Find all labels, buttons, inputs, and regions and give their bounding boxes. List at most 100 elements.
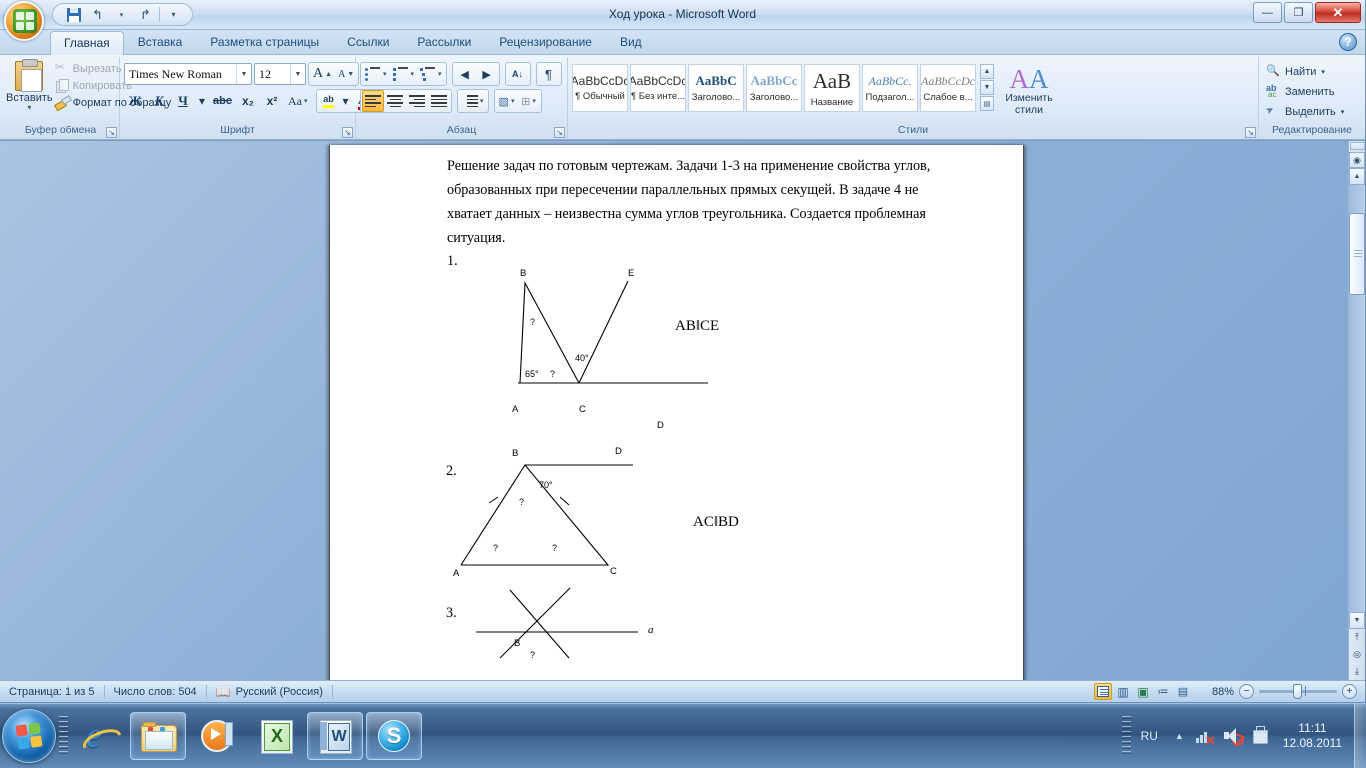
italic-button[interactable]: К [148, 90, 170, 112]
zoom-slider-thumb[interactable] [1293, 684, 1302, 699]
document-page[interactable]: Решение задач по готовым чертежам. Задач… [329, 145, 1024, 680]
font-name-input[interactable]: Times New Roman ▼ [124, 63, 252, 85]
action-center-icon[interactable] [1250, 725, 1272, 747]
previous-page-icon[interactable]: ⤒ [1349, 629, 1365, 646]
line-spacing-button[interactable]: ▾ [459, 90, 487, 112]
close-button[interactable]: ✕ [1315, 2, 1361, 23]
change-case-button[interactable]: Aa ▾ [285, 90, 311, 112]
clipboard-dialog-launcher[interactable]: ↘ [106, 127, 117, 138]
minimize-button[interactable]: — [1253, 2, 1282, 23]
show-formatting-marks-button[interactable]: ¶ [538, 63, 560, 85]
underline-dropdown-icon[interactable]: ▾ [196, 90, 208, 112]
font-name-dropdown-icon[interactable]: ▼ [236, 64, 251, 84]
text-highlight-button[interactable]: ab [318, 90, 340, 112]
tab-home[interactable]: Главная [50, 31, 124, 55]
show-desktop-button[interactable] [1354, 704, 1366, 768]
bold-button[interactable]: Ж [124, 90, 146, 112]
find-button[interactable]: Найти ▾ [1263, 63, 1328, 81]
view-draft-button[interactable]: ▤ [1174, 683, 1192, 700]
scroll-down-arrow-icon[interactable]: ▼ [1349, 612, 1365, 629]
language-bar[interactable]: RU [1131, 729, 1168, 743]
replace-button[interactable]: Заменить [1263, 83, 1337, 101]
taskbar-item-skype[interactable]: S [366, 712, 422, 760]
subscript-button[interactable]: x₂ [237, 90, 259, 112]
shading-button[interactable]: ▧ ▾ [496, 90, 518, 112]
document-canvas[interactable]: Решение задач по готовым чертежам. Задач… [0, 140, 1365, 680]
paste-dropdown-icon[interactable]: ▾ [27, 104, 31, 112]
tab-insert[interactable]: Вставка [124, 30, 197, 54]
change-styles-button[interactable]: AA Изменить стили [996, 64, 1062, 117]
browse-object-icon[interactable]: ◎ [1349, 646, 1365, 663]
multilevel-list-button[interactable]: ▾ [417, 63, 445, 85]
vertical-scrollbar[interactable]: ◉ ▲ ▼ ⤒ ◎ ⤓ [1348, 141, 1365, 680]
zoom-level-label[interactable]: 88% [1204, 686, 1234, 698]
numbering-button[interactable]: ▾ [390, 63, 418, 85]
word-count[interactable]: Число слов: 504 [105, 681, 206, 702]
style-item-subtitle[interactable]: AaBbCc. Подзагол... [862, 64, 918, 112]
scrollbar-track[interactable] [1349, 185, 1365, 612]
styles-dialog-launcher[interactable]: ↘ [1245, 127, 1256, 138]
zoom-slider-track[interactable] [1259, 684, 1337, 699]
styles-scroll-down-icon[interactable]: ▼ [980, 80, 994, 95]
bullets-button[interactable]: ▾ [362, 63, 390, 85]
align-center-button[interactable] [384, 90, 406, 112]
select-button[interactable]: Выделить ▾ [1263, 103, 1347, 121]
view-full-screen-reading-button[interactable]: ▥ [1114, 683, 1132, 700]
taskbar-item-internet-explorer[interactable] [71, 712, 127, 760]
language-indicator[interactable]: 📖 Русский (Россия) [207, 681, 332, 702]
select-browse-object-icon[interactable]: ◉ [1349, 152, 1365, 168]
align-right-button[interactable] [406, 90, 428, 112]
styles-scroll-up-icon[interactable]: ▲ [980, 64, 994, 79]
shrink-font-button[interactable]: A ▼ [335, 63, 357, 85]
tab-mailings[interactable]: Рассылки [403, 30, 485, 54]
underline-button[interactable]: Ч [172, 90, 194, 112]
scroll-up-arrow-icon[interactable]: ▲ [1349, 168, 1365, 185]
style-item-heading2[interactable]: AaBbCc Заголово... [746, 64, 802, 112]
split-window-handle[interactable] [1349, 142, 1365, 150]
page-indicator[interactable]: Страница: 1 из 5 [0, 681, 104, 702]
taskbar-item-windows-explorer[interactable] [130, 712, 186, 760]
office-button[interactable] [4, 1, 44, 41]
style-item-title[interactable]: АаВ Название [804, 64, 860, 112]
view-outline-button[interactable]: ≔ [1154, 683, 1172, 700]
tab-view[interactable]: Вид [606, 30, 656, 54]
zoom-in-button[interactable]: + [1342, 684, 1357, 699]
help-icon[interactable]: ? [1339, 33, 1357, 51]
style-item-heading1[interactable]: AaBbC Заголово... [688, 64, 744, 112]
sort-button[interactable]: А↓ [507, 63, 529, 85]
taskbar-grip[interactable] [59, 716, 68, 756]
font-size-input[interactable]: 12 ▼ [254, 63, 306, 85]
superscript-button[interactable]: x² [261, 90, 283, 112]
style-item-normal[interactable]: AaBbCcDc ¶ Обычный [572, 64, 628, 112]
taskbar-item-microsoft-excel[interactable] [248, 712, 304, 760]
show-hidden-icons-button[interactable]: ▲ [1168, 731, 1191, 741]
next-page-icon[interactable]: ⤓ [1349, 663, 1365, 680]
scrollbar-thumb[interactable] [1349, 213, 1365, 295]
style-item-no-spacing[interactable]: AaBbCcDc ¶ Без инте... [630, 64, 686, 112]
tray-grip[interactable] [1121, 716, 1131, 756]
start-button[interactable] [2, 709, 56, 763]
view-web-layout-button[interactable]: ▣ [1134, 683, 1152, 700]
paragraph-dialog-launcher[interactable]: ↘ [554, 127, 565, 138]
font-dialog-launcher[interactable]: ↘ [342, 127, 353, 138]
volume-icon[interactable] [1222, 725, 1244, 747]
grow-font-button[interactable]: A ▲ [310, 63, 335, 85]
justify-button[interactable] [428, 90, 450, 112]
taskbar-item-microsoft-word[interactable] [307, 712, 363, 760]
paste-button[interactable]: Вставить ▾ [6, 59, 53, 113]
view-print-layout-button[interactable] [1094, 683, 1112, 700]
style-item-subtle-emphasis[interactable]: AaBbCcDc Слабое в... [920, 64, 976, 112]
borders-button[interactable]: ⊞ ▾ [518, 90, 540, 112]
clock[interactable]: 11:11 12.08.2011 [1275, 721, 1354, 751]
zoom-out-button[interactable]: − [1239, 684, 1254, 699]
select-dropdown-icon[interactable]: ▾ [1341, 108, 1345, 116]
strikethrough-button[interactable]: abc [210, 90, 235, 112]
taskbar-item-windows-media-player[interactable] [189, 712, 245, 760]
highlight-dropdown-icon[interactable]: ▾ [340, 90, 352, 112]
restore-button[interactable]: ❐ [1284, 2, 1313, 23]
decrease-indent-button[interactable]: ◀ [454, 63, 476, 85]
increase-indent-button[interactable]: ▶ [476, 63, 498, 85]
align-left-button[interactable] [362, 90, 384, 112]
font-size-dropdown-icon[interactable]: ▼ [290, 64, 305, 84]
tab-review[interactable]: Рецензирование [485, 30, 606, 54]
